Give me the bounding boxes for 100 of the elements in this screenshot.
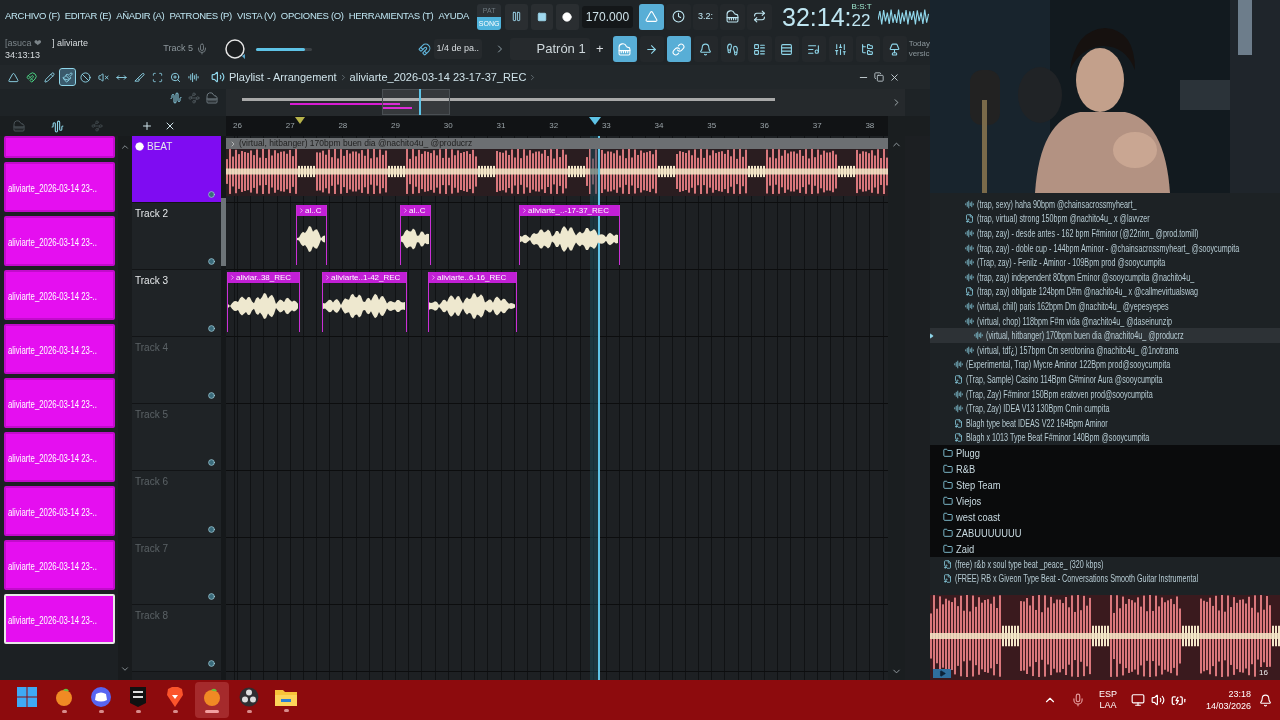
- tool-button[interactable]: [774, 36, 799, 62]
- tool-button[interactable]: [747, 36, 772, 62]
- tool-button[interactable]: [639, 36, 664, 62]
- mic-icon[interactable]: [1070, 693, 1085, 707]
- volume-icon[interactable]: [1150, 693, 1165, 707]
- track-led-icon[interactable]: [208, 325, 215, 332]
- menu-item[interactable]: AYUDA: [438, 9, 469, 24]
- audio-clip[interactable]: aliviar..38_REC: [227, 272, 300, 332]
- file-item[interactable]: (virtual, chop) 118bpm F#m vida @nachito4u_ @daseinunzip: [930, 313, 1280, 329]
- menu-item[interactable]: PATRONES (P): [169, 9, 232, 24]
- pattern-clip[interactable]: aliviarte_2026-03-14 23-..: [4, 432, 115, 482]
- menu-item[interactable]: EDITAR (E): [64, 9, 112, 24]
- piano-icon[interactable]: [206, 92, 218, 104]
- track-led-icon[interactable]: [208, 191, 215, 198]
- pattern-clip[interactable]: aliviarte_2026-03-14 23-..: [4, 162, 115, 212]
- menu-item[interactable]: AÑADIR (A): [116, 9, 165, 24]
- folder-item[interactable]: Zaid: [930, 541, 1280, 558]
- menu-item[interactable]: ARCHIVO (F): [5, 9, 60, 24]
- pattern-clip[interactable]: aliviarte_2026-03-14 23-..: [4, 216, 115, 266]
- track-led-icon[interactable]: [208, 526, 215, 533]
- tool-button[interactable]: [612, 36, 637, 62]
- audio-clip[interactable]: aliviarte_..-17-37_REC: [519, 205, 620, 265]
- tempo-field[interactable]: 170.000: [581, 5, 634, 28]
- menu-item[interactable]: OPCIONES (O): [280, 9, 344, 24]
- file-item[interactable]: (trap, sexy) haha 90bpm @chainsacrossmyheart_: [930, 197, 1280, 212]
- file-item[interactable]: (virtual, tdf¿) 157bpm Cm serotonina @nachito4u_ @1notrama: [930, 342, 1280, 358]
- restore-icon[interactable]: [874, 71, 884, 82]
- folder-item[interactable]: Step Team: [930, 477, 1280, 494]
- audio-clip[interactable]: aliviarte..1-42_REC: [322, 272, 407, 332]
- file-item[interactable]: (Trap, zay) - Fenilz - Aminor - 109Bpm prod @sooycumpita: [930, 255, 1280, 270]
- track-led-icon[interactable]: [208, 660, 215, 667]
- waveform-icon[interactable]: [51, 119, 64, 133]
- pattern-clip[interactable]: aliviarte_2026-03-14 23-..: [4, 378, 115, 428]
- scroll-down-icon[interactable]: [120, 664, 130, 674]
- file-item[interactable]: (trap, zay) - desde antes - 162 bpm F#minor (@22rinn_ @prod.tomill): [930, 226, 1280, 241]
- add-button[interactable]: [141, 120, 153, 132]
- folder-item[interactable]: R&B: [930, 461, 1280, 478]
- file-item[interactable]: (virtual, hitbanger) 170bpm buen dia @nachito4u_ @producrz: [930, 328, 1280, 343]
- tool-button[interactable]: [801, 36, 826, 62]
- file-item[interactable]: (trap, zay) - doble cup - 144bpm Aminor - @chainsacrossmyheart_ @sooycumpita: [930, 240, 1280, 256]
- track-led-icon[interactable]: [208, 459, 215, 466]
- preview-play-button[interactable]: [933, 669, 951, 678]
- toggle-button[interactable]: [639, 3, 665, 30]
- file-item[interactable]: (Trap, Zay) IDEA V13 130Bpm Cmin cumpita: [930, 401, 1280, 416]
- audio-clip[interactable]: al..C: [296, 205, 327, 265]
- snap-select[interactable]: 1/4 de pa..: [433, 39, 483, 59]
- pattern-clip[interactable]: [4, 136, 115, 158]
- folder-item[interactable]: ZABUUUUUUU: [930, 525, 1280, 542]
- record-button[interactable]: [556, 3, 579, 30]
- tool-button[interactable]: [855, 36, 880, 62]
- track-header[interactable]: Track 2: [132, 203, 221, 270]
- remove-button[interactable]: [164, 120, 176, 132]
- track-led-icon[interactable]: [208, 593, 215, 600]
- audio-clip[interactable]: al..C: [400, 205, 431, 265]
- file-item[interactable]: (trap, zay) independent 80bpm Eminor @sooycumpita @nachito4u_: [930, 269, 1280, 285]
- waveform-icon[interactable]: [170, 92, 182, 104]
- file-item[interactable]: (trap, zay) obligate 124bpm D#m @nachito4u_ x @callmevirtualswag: [930, 284, 1280, 300]
- file-item[interactable]: (virtual, chill) paris 162bpm Dm @nachito4u_ @yepesyepes: [930, 299, 1280, 314]
- file-item[interactable]: (free) r&b x soul type beat _peace_ (320 kbps): [930, 557, 1280, 572]
- playlist-tool[interactable]: [42, 69, 57, 85]
- tool-button[interactable]: [828, 36, 853, 62]
- file-item[interactable]: (Trap, Zay) F#minor 150Bpm eratoven prod@sooycumpita: [930, 386, 1280, 402]
- playlist-tool[interactable]: [78, 69, 93, 85]
- tool-button[interactable]: [666, 36, 691, 62]
- file-item[interactable]: (trap, virtual) strong 150bpm @nachito4u_ x @lavvzer: [930, 211, 1280, 227]
- tool-button[interactable]: [693, 36, 718, 62]
- track-header[interactable]: Track 3: [132, 270, 221, 337]
- timeline-ruler[interactable]: 26 27 28 29 30 31 32 33 34 35 36 37 38: [226, 116, 888, 136]
- folder-item[interactable]: west coast: [930, 509, 1280, 526]
- count-toggle[interactable]: 3.2:: [693, 3, 719, 30]
- toggle-button[interactable]: [747, 3, 773, 30]
- network-icon[interactable]: [1130, 693, 1145, 707]
- scroll-up-icon[interactable]: [120, 142, 130, 152]
- file-item[interactable]: Blagh x 1013 Type Beat F#minor 140Bpm @sooycumpita: [930, 430, 1280, 446]
- menu-item[interactable]: HERRAMIENTAS (T): [348, 9, 434, 24]
- tool-button[interactable]: [720, 36, 745, 62]
- pattern-select[interactable]: Patrón 1: [510, 38, 590, 60]
- language-button[interactable]: ESP LAA: [1098, 689, 1117, 711]
- knob[interactable]: [223, 38, 246, 60]
- tool-button[interactable]: [882, 36, 907, 62]
- folder-item[interactable]: Plugg: [930, 445, 1280, 462]
- notification-icon[interactable]: [1259, 693, 1272, 707]
- menu-item[interactable]: VISTA (V): [236, 9, 276, 24]
- toggle-button[interactable]: [666, 3, 692, 30]
- track-header[interactable]: BEAT: [132, 136, 221, 203]
- file-item[interactable]: (Experimental, Trap) Mycre Aminor 122Bpm prod@sooycumpita: [930, 357, 1280, 373]
- pause-button[interactable]: [505, 3, 528, 30]
- pattern-clip[interactable]: aliviarte_2026-03-14 23-..: [4, 594, 115, 644]
- track-led-icon[interactable]: [208, 392, 215, 399]
- file-item[interactable]: Blagh type beat IDEAS V22 164Bpm Aminor: [930, 415, 1280, 431]
- file-item[interactable]: (FREE) RB x Giveon Type Beat - Conversations Smooth Guitar Instrumental: [930, 571, 1280, 587]
- pattern-clip[interactable]: aliviarte_2026-03-14 23-..: [4, 324, 115, 374]
- pattern-clip[interactable]: aliviarte_2026-03-14 23-..: [4, 486, 115, 536]
- file-item[interactable]: (Trap, Sample) Casino 114Bpm G#minor Aura @sooycumpita: [930, 372, 1280, 387]
- track-led-icon[interactable]: [208, 258, 215, 265]
- folder-item[interactable]: Viejos: [930, 493, 1280, 510]
- close-icon[interactable]: [889, 71, 900, 83]
- audio-clip[interactable]: aliviarte..6-16_REC: [428, 272, 517, 332]
- playlist-tool[interactable]: [24, 69, 39, 85]
- pattern-clip[interactable]: aliviarte_2026-03-14 23-..: [4, 270, 115, 320]
